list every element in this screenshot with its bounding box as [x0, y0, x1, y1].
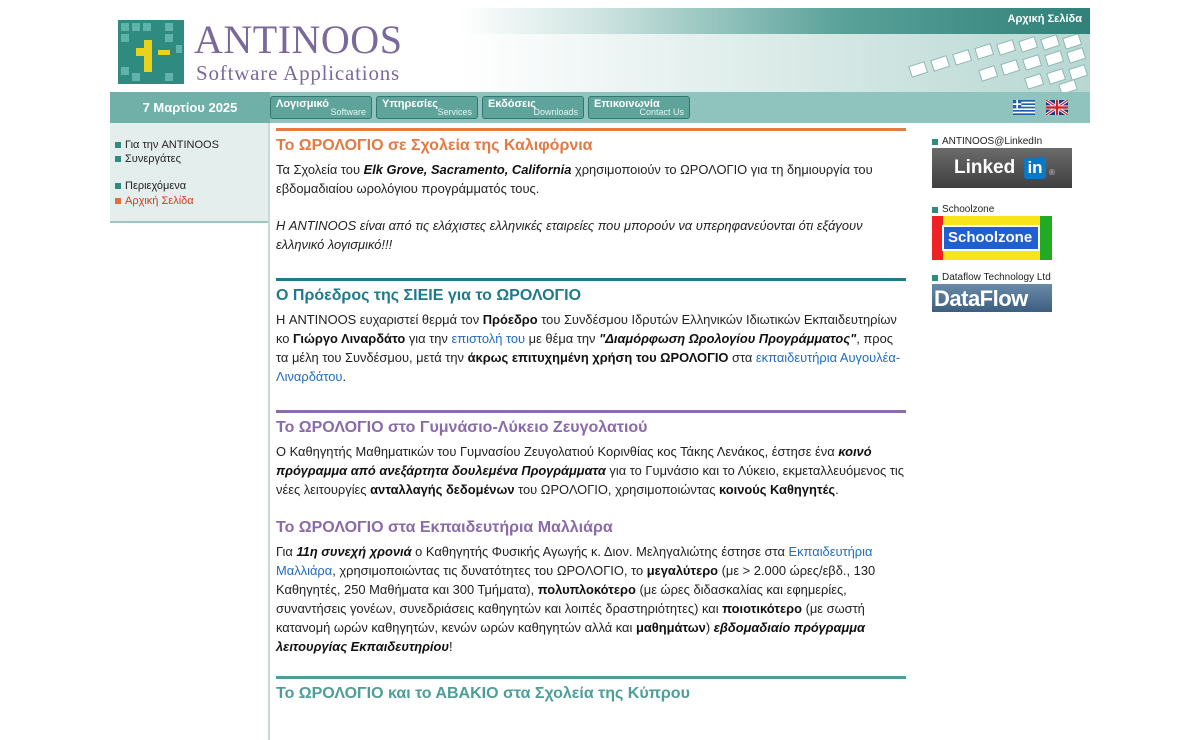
nav-software-label: Λογισμικό [276, 98, 330, 110]
schoolzone-label: Schoolzone [932, 204, 1082, 215]
section-title: Το ΩΡΟΛΟΓΙΟ και το ΑΒΑΚΙΟ στα Σχολεία τη… [276, 685, 690, 702]
sidebar-item-label: Συνεργάτες [125, 153, 181, 165]
section-paragraph: Η ANTINOOS είναι από τις ελάχιστες ελλην… [276, 218, 863, 252]
sidebar-divider [268, 123, 270, 740]
news-malliara: Το ΩΡΟΛΟΓΙΟ στα Εκπαιδευτήρια Μαλλιάρα Γ… [276, 519, 906, 676]
nav-services-label: Υπηρεσίες [382, 98, 439, 110]
nav-software-sub: Software [330, 107, 366, 117]
sidebar-item-about[interactable]: Για την ANTINOOS [115, 139, 219, 151]
nav-services-button[interactable]: Υπηρεσίες Services [376, 96, 478, 119]
schoolzone-badge[interactable]: Schoolzone [932, 216, 1052, 260]
section-divider [276, 278, 906, 281]
section-title: Ο Πρόεδρος της ΣΙΕΙΕ για το ΩΡΟΛΟΓΙΟ [276, 287, 582, 304]
schoolzone-inner: Schoolzone [942, 225, 1040, 251]
section-paragraph: Για 11η συνεχή χρονιά ο Καθηγητής Φυσική… [276, 544, 876, 654]
registered-icon: ® [1049, 168, 1055, 177]
nav-bar: 7 Μαρτίου 2025 Λογισμικό Software Υπηρεσ… [110, 92, 1090, 123]
sidebar-item-contents[interactable]: Περιεχόμενα [115, 180, 186, 192]
section-paragraph: Η ANTINOOS ευχαριστεί θερμά τον Πρόεδρο … [276, 312, 901, 384]
brand-subtitle: Software Applications [196, 61, 401, 85]
section-paragraph: Ο Καθηγητής Μαθηματικών του Γυμνασίου Ζε… [276, 444, 904, 497]
bullet-square-icon [115, 142, 121, 148]
nav-downloads-label: Εκδόσεις [488, 98, 537, 110]
sidebar-item-partners[interactable]: Συνεργάτες [115, 153, 181, 165]
sidebar-item-label: Για την ANTINOOS [125, 139, 219, 151]
bullet-square-icon [115, 183, 121, 189]
dataflow-badge[interactable]: DataFlow [932, 284, 1052, 312]
linkedin-badge[interactable]: Linked in ® [932, 148, 1072, 188]
antinoos-logo-icon[interactable] [118, 20, 184, 84]
letter-link[interactable]: επιστολή του [451, 331, 525, 346]
header-band: Αρχική Σελίδα [460, 8, 1090, 34]
news-sieie: Ο Πρόεδρος της ΣΙΕΙΕ για το ΩΡΟΛΟΓΙΟ Η A… [276, 278, 906, 410]
main-content: Το ΩΡΟΛΟΓΙΟ σε Σχολεία της Καλιφόρνια Τα… [276, 128, 906, 708]
sidebar-item-label: Περιεχόμενα [125, 180, 187, 192]
news-cyprus: Το ΩΡΟΛΟΓΙΟ και το ΑΒΑΚΙΟ στα Σχολεία τη… [276, 676, 906, 703]
bullet-square-icon [932, 138, 938, 145]
sidebar-item-home[interactable]: Αρχική Σελίδα [115, 195, 194, 207]
schoolzone-word: Schoolzone [948, 229, 1033, 246]
bullet-square-icon [932, 274, 938, 281]
news-california: Το ΩΡΟΛΟΓΙΟ σε Σχολεία της Καλιφόρνια Τα… [276, 128, 906, 278]
page: ANTINOOS Software Applications Αρχική Σε… [110, 8, 1090, 740]
left-sidebar: Για την ANTINOOS Συνεργάτες Περιεχόμενα … [110, 123, 268, 223]
document-grid-decoration-icon [908, 34, 1089, 92]
nav-contact-sub: Contact Us [639, 107, 684, 117]
section-title: Το ΩΡΟΛΟΓΙΟ σε Σχολεία της Καλιφόρνια [276, 137, 593, 154]
nav-contact-button[interactable]: Επικοινωνία Contact Us [588, 96, 690, 119]
section-divider [276, 410, 906, 413]
header-decoration [460, 34, 1090, 92]
linkedin-word: Linked [954, 157, 1016, 178]
dataflow-label: Dataflow Technology Ltd [932, 272, 1082, 283]
bullet-square-icon [115, 156, 121, 162]
section-title: Το ΩΡΟΛΟΓΙΟ στα Εκπαιδευτήρια Μαλλιάρα [276, 519, 613, 536]
nav-downloads-sub: Downloads [533, 107, 578, 117]
bullet-square-icon [115, 198, 121, 204]
right-sidebar: ANTINOOS@LinkedIn Linked in ® Schoolzone… [932, 136, 1082, 312]
home-link-top[interactable]: Αρχική Σελίδα [1008, 13, 1082, 25]
linkedin-in-icon: in [1024, 157, 1046, 179]
linkedin-label: ANTINOOS@LinkedIn [932, 136, 1082, 147]
sidebar-item-label: Αρχική Σελίδα [125, 195, 194, 207]
header: ANTINOOS Software Applications Αρχική Σε… [110, 8, 1090, 92]
uk-flag-icon[interactable] [1046, 100, 1068, 115]
dataflow-word: DataFlow [934, 286, 1028, 311]
nav-software-button[interactable]: Λογισμικό Software [270, 96, 372, 119]
section-title: Το ΩΡΟΛΟΓΙΟ στο Γυμνάσιο-Λύκειο Ζευγολατ… [276, 419, 648, 436]
bullet-square-icon [932, 206, 938, 213]
section-paragraph: Τα Σχολεία του Elk Grove, Sacramento, Ca… [276, 162, 873, 196]
section-divider [276, 676, 906, 679]
news-zevgolatio: Το ΩΡΟΛΟΓΙΟ στο Γυμνάσιο-Λύκειο Ζευγολατ… [276, 410, 906, 519]
greek-flag-icon[interactable] [1013, 100, 1035, 115]
nav-services-sub: Services [437, 107, 472, 117]
current-date: 7 Μαρτίου 2025 [110, 92, 270, 123]
nav-downloads-button[interactable]: Εκδόσεις Downloads [482, 96, 584, 119]
section-divider [276, 128, 906, 131]
brand-name: ANTINOOS [194, 17, 403, 62]
